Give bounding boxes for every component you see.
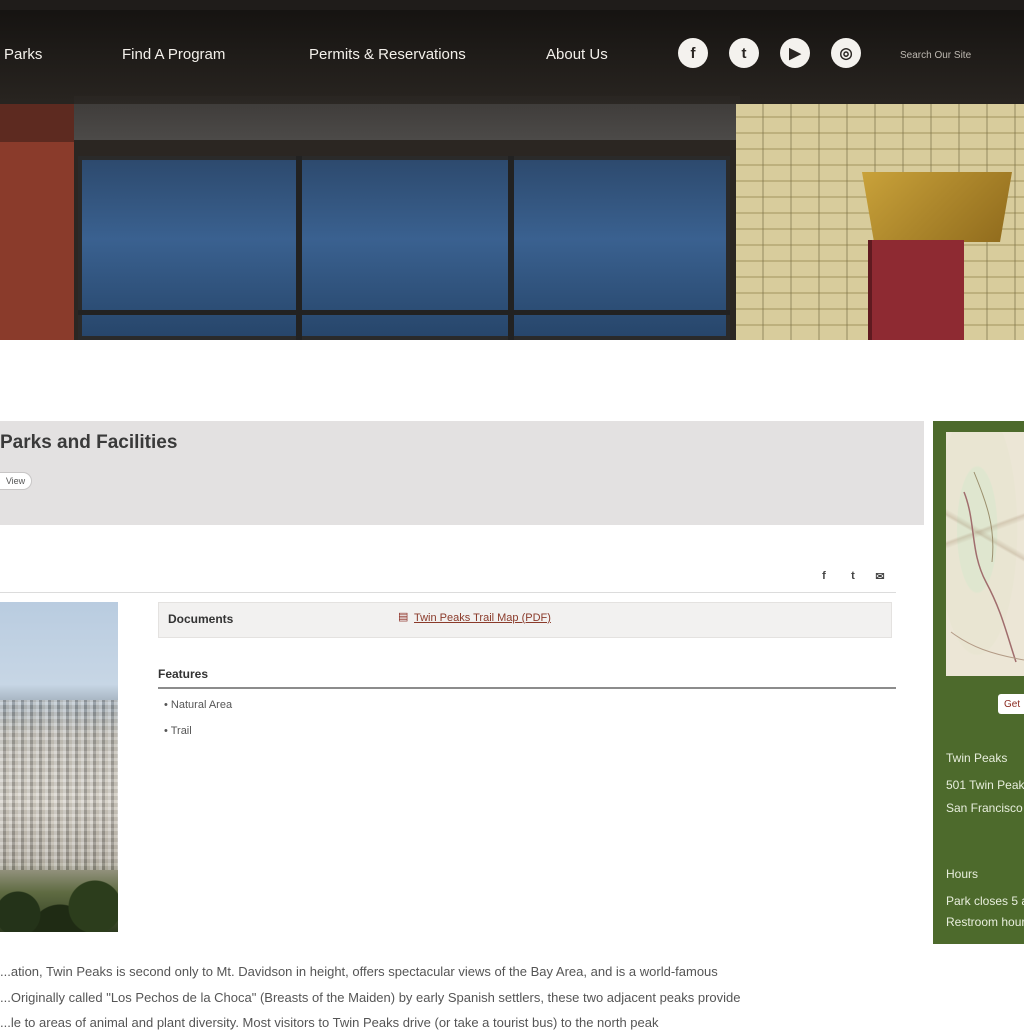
feature-item-trail: • Trail (164, 725, 192, 737)
photo-cityscape (0, 700, 118, 870)
documents-label: Documents (168, 612, 234, 626)
feature-label: Trail (170, 725, 192, 737)
instagram-icon[interactable]: ◎ (831, 38, 861, 68)
hero-red-wall-shadow (0, 104, 74, 142)
hero-awning (862, 172, 1012, 242)
description-line: ...ation, Twin Peaks is second only to M… (0, 964, 718, 979)
get-directions-button[interactable]: Get (998, 694, 1024, 714)
trail-map-pdf-link[interactable]: Twin Peaks Trail Map (PDF) (414, 612, 551, 624)
park-photo (0, 602, 118, 932)
nav-item-parks[interactable]: Parks (4, 46, 42, 63)
nav-item-find-a-program[interactable]: Find A Program (122, 46, 225, 63)
page-title: Parks and Facilities (0, 432, 178, 453)
description-line: ...Originally called "Los Pechos de la C… (0, 990, 741, 1005)
sidebar-hours-line1: Park closes 5 a (946, 894, 1024, 908)
nav-item-permits-reservations[interactable]: Permits & Reservations (309, 46, 466, 63)
view-tag-button[interactable]: View (0, 472, 32, 490)
search-site-link[interactable]: Search Our Site (900, 50, 971, 61)
map-trail-lines (950, 471, 1024, 663)
sidebar-address-line1: 501 Twin Peaks (946, 778, 1024, 792)
top-strip (0, 0, 1024, 10)
photo-trees (0, 872, 118, 932)
sidebar-hours-line2: Restroom hours (946, 915, 1024, 929)
share-divider (0, 592, 896, 593)
share-facebook-icon[interactable]: f (814, 567, 834, 585)
facebook-icon[interactable]: f (678, 38, 708, 68)
pdf-icon: ▤ (398, 611, 409, 623)
feature-label: Natural Area (170, 699, 233, 711)
sidebar-hours-label: Hours (946, 867, 979, 881)
features-divider (158, 687, 896, 689)
hero-red-door (868, 240, 964, 340)
sidebar-address-line2: San Francisco (946, 801, 1023, 815)
sidebar-park-name: Twin Peaks (946, 751, 1008, 765)
share-email-icon[interactable]: ✉ (870, 567, 890, 585)
description-line: ...le to areas of animal and plant diver… (0, 1015, 659, 1030)
nav-item-about-us[interactable]: About Us (546, 46, 608, 63)
features-label: Features (158, 667, 209, 681)
feature-item-natural-area: • Natural Area (164, 699, 233, 711)
hero-transom (78, 310, 730, 315)
youtube-icon[interactable]: ▶ (780, 38, 810, 68)
twitter-icon[interactable]: t (729, 38, 759, 68)
share-twitter-icon[interactable]: t (843, 567, 863, 585)
